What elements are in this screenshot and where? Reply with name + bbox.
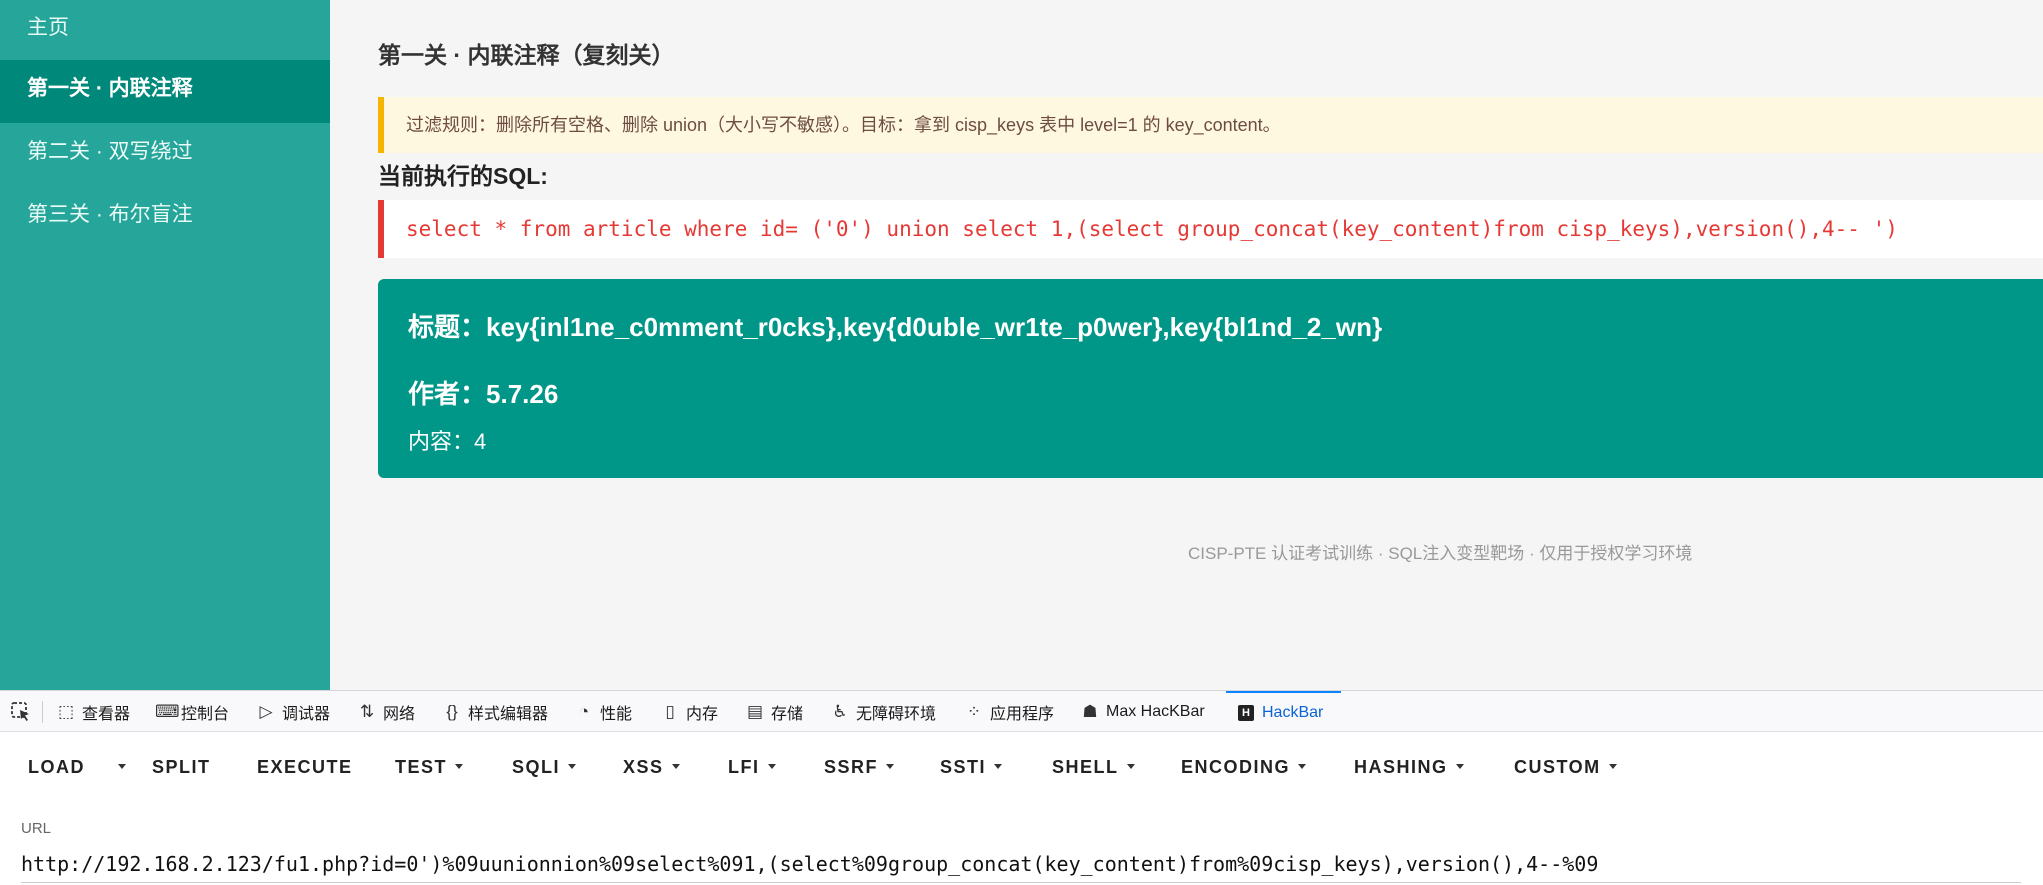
chevron-down-icon <box>118 763 126 769</box>
network-icon: ⇅ <box>359 701 375 721</box>
tab-console[interactable]: ⌨ 控制台 <box>155 691 229 732</box>
debugger-icon: ▷ <box>259 701 273 721</box>
ssrf-menu-button[interactable]: SSRF <box>824 752 895 782</box>
tab-style-editor[interactable]: {} 样式编辑器 <box>442 691 548 732</box>
chevron-down-icon <box>886 763 895 769</box>
button-label: SHELL <box>1052 757 1119 777</box>
tab-label: 无障碍环境 <box>856 705 937 723</box>
inspector-icon: ⬚ <box>57 701 75 721</box>
tab-accessibility[interactable]: ♿ 无障碍环境 <box>830 691 936 732</box>
button-label: SSRF <box>824 757 879 777</box>
element-picker-icon[interactable] <box>10 701 32 723</box>
chevron-down-icon <box>767 763 776 769</box>
tab-label: 存储 <box>771 705 804 723</box>
result-title-label: 标题： <box>408 312 487 342</box>
result-card: 标题：key{inl1ne_c0mment_r0cks},key{d0uble_… <box>378 279 2043 478</box>
tab-performance[interactable]: ◔ 性能 <box>574 691 632 732</box>
sidebar-item-home[interactable]: 主页 <box>0 0 330 60</box>
sqli-menu-button[interactable]: SQLI <box>512 752 577 782</box>
result-content-label: 内容： <box>408 429 475 454</box>
button-label: ENCODING <box>1181 757 1291 777</box>
chevron-down-icon <box>671 763 680 769</box>
tab-label: 调试器 <box>282 705 331 723</box>
button-label: SSTI <box>940 757 987 777</box>
filter-rule-notice: 过滤规则：删除所有空格、删除 union（大小写不敏感）。目标：拿到 cisp_… <box>378 97 2043 153</box>
button-label: LFI <box>728 757 760 777</box>
accessibility-icon: ♿ <box>832 701 848 721</box>
console-icon: ⌨ <box>155 701 180 721</box>
footer-text: CISP-PTE 认证考试训练 · SQL注入变型靶场 · 仅用于授权学习环境 <box>1188 544 1693 563</box>
button-label: TEST <box>395 757 448 777</box>
tab-label: 样式编辑器 <box>468 705 549 723</box>
main-content: 第一关 · 内联注释（复刻关） 过滤规则：删除所有空格、删除 union（大小写… <box>330 0 2043 690</box>
tab-application[interactable]: ⁘ 应用程序 <box>964 691 1054 732</box>
chevron-down-icon <box>1455 763 1464 769</box>
tab-label: 应用程序 <box>990 705 1055 723</box>
tab-label: 控制台 <box>181 705 230 723</box>
url-input[interactable] <box>21 846 2021 883</box>
tab-max-hackbar[interactable]: ☗ Max HacKBar <box>1080 691 1205 732</box>
result-content-value: 4 <box>474 429 487 454</box>
chevron-down-icon <box>1126 763 1135 769</box>
result-title: 标题：key{inl1ne_c0mment_r0cks},key{d0uble_… <box>408 307 1382 344</box>
page-title: 第一关 · 内联注释（复刻关） <box>378 42 675 68</box>
tab-label: 查看器 <box>82 705 131 723</box>
storage-icon: ▤ <box>746 701 764 721</box>
button-label: SQLI <box>512 757 561 777</box>
style-editor-icon: {} <box>446 701 458 721</box>
button-label: XSS <box>623 757 664 777</box>
split-button[interactable]: SPLIT <box>152 752 211 782</box>
sidebar-item-level-2[interactable]: 第二关 · 双写绕过 <box>0 123 330 186</box>
chevron-down-icon <box>1608 763 1617 769</box>
hackbar-icon: H <box>1238 704 1254 721</box>
hashing-menu-button[interactable]: HASHING <box>1354 752 1464 782</box>
result-content: 内容：4 <box>408 424 486 456</box>
tab-debugger[interactable]: ▷ 调试器 <box>256 691 330 732</box>
hackbar-panel: LOAD SPLIT EXECUTE TEST SQLI XSS LFI SSR… <box>0 732 2043 885</box>
chevron-down-icon <box>455 763 464 769</box>
result-author: 作者：5.7.26 <box>408 374 558 411</box>
lfi-menu-button[interactable]: LFI <box>728 752 776 782</box>
shell-menu-button[interactable]: SHELL <box>1052 752 1135 782</box>
chevron-down-icon <box>994 763 1003 769</box>
sidebar-item-level-1[interactable]: 第一关 · 内联注释 <box>0 60 330 123</box>
encoding-menu-button[interactable]: ENCODING <box>1181 752 1307 782</box>
load-button[interactable]: LOAD <box>28 752 85 782</box>
result-author-label: 作者： <box>408 379 487 409</box>
tab-inspector[interactable]: ⬚ 查看器 <box>56 691 130 732</box>
tab-label: Max HacKBar <box>1106 702 1205 720</box>
tab-label: 内存 <box>686 705 719 723</box>
max-hackbar-icon: ☗ <box>1082 701 1098 721</box>
chevron-down-icon <box>1298 763 1307 769</box>
chevron-down-icon <box>568 763 577 769</box>
performance-icon: ◔ <box>578 701 590 721</box>
sidebar-item-level-3[interactable]: 第三关 · 布尔盲注 <box>0 186 330 249</box>
memory-icon: ▯ <box>665 701 675 721</box>
tab-label: 性能 <box>600 705 633 723</box>
devtools-toolbar: ⬚ 查看器 ⌨ 控制台 ▷ 调试器 ⇅ 网络 {} 样式编辑器 ◔ 性能 ▯ 内存 ▤ 存储 ♿… <box>0 690 2043 732</box>
tab-label: 网络 <box>383 705 416 723</box>
tab-memory[interactable]: ▯ 内存 <box>660 691 718 732</box>
tab-hackbar[interactable]: H HackBar <box>1226 691 1341 732</box>
load-dropdown-button[interactable] <box>110 752 126 782</box>
tab-network[interactable]: ⇅ 网络 <box>357 691 415 732</box>
sidebar: 主页 第一关 · 内联注释 第二关 · 双写绕过 第三关 · 布尔盲注 <box>0 0 330 690</box>
test-menu-button[interactable]: TEST <box>395 752 464 782</box>
button-label: CUSTOM <box>1514 757 1601 777</box>
result-author-value: 5.7.26 <box>486 379 559 409</box>
execute-button[interactable]: EXECUTE <box>257 752 353 782</box>
tab-label: HackBar <box>1262 703 1324 721</box>
xss-menu-button[interactable]: XSS <box>623 752 680 782</box>
sql-label: 当前执行的SQL: <box>378 163 548 189</box>
result-title-value: key{inl1ne_c0mment_r0cks},key{d0uble_wr1… <box>486 312 1383 342</box>
url-label: URL <box>21 820 52 837</box>
sql-query-box: select * from article where id= ('0') un… <box>378 200 2043 258</box>
ssti-menu-button[interactable]: SSTI <box>940 752 1003 782</box>
toolbar-separator <box>42 701 43 723</box>
tab-storage[interactable]: ▤ 存储 <box>745 691 803 732</box>
button-label: HASHING <box>1354 757 1448 777</box>
application-icon: ⁘ <box>966 701 982 721</box>
custom-menu-button[interactable]: CUSTOM <box>1514 752 1617 782</box>
